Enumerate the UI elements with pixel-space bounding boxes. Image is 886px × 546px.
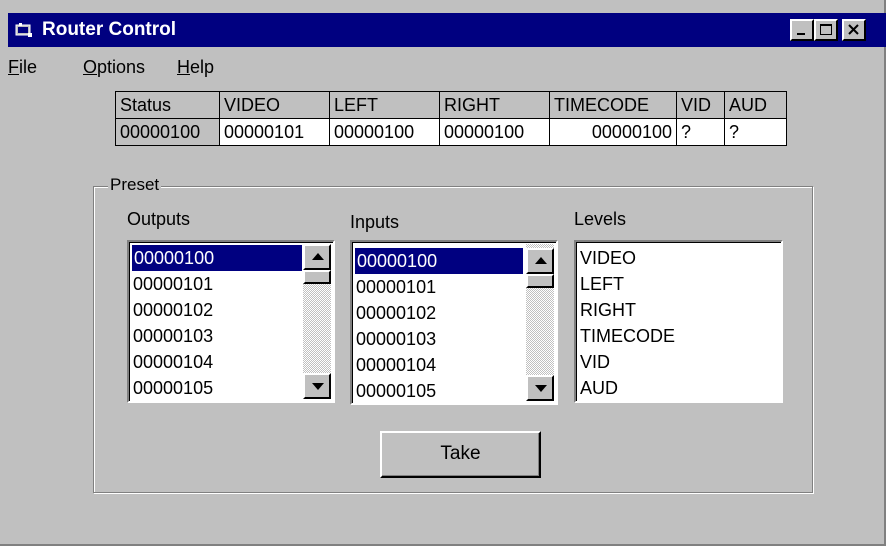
scroll-down-button[interactable] (526, 375, 554, 401)
levels-listbox[interactable]: VIDEO LEFT RIGHT TIMECODE VID AUD (574, 240, 783, 403)
grid-cell-aud[interactable]: ? (724, 118, 787, 146)
scroll-up-button[interactable] (303, 244, 331, 270)
outputs-item[interactable]: 00000100 (132, 245, 302, 271)
levels-item[interactable]: VIDEO (580, 245, 636, 271)
scroll-up-button[interactable] (526, 248, 554, 274)
title-bar[interactable]: Router Control (8, 13, 886, 47)
close-icon (848, 24, 859, 35)
levels-label: Levels (574, 209, 627, 229)
outputs-item[interactable]: 00000102 (133, 297, 213, 323)
levels-item[interactable]: VID (580, 349, 610, 375)
grid-cell-right[interactable]: 00000100 (439, 118, 550, 146)
grid-header-video[interactable]: VIDEO (219, 91, 330, 119)
router-control-window: Router Control File Options Help Status … (0, 0, 886, 546)
inputs-listbox[interactable]: 00000100 00000101 00000102 00000103 0000… (350, 240, 558, 405)
menu-options[interactable]: Options (83, 57, 145, 78)
grid-header-right[interactable]: RIGHT (439, 91, 550, 119)
grid-header-aud[interactable]: AUD (724, 91, 787, 119)
status-grid-value-row: 00000100 00000101 00000100 00000100 0000… (115, 118, 787, 146)
minimize-icon (797, 33, 805, 35)
grid-header-status[interactable]: Status (115, 91, 220, 119)
menu-help[interactable]: Help (177, 57, 214, 78)
maximize-button[interactable] (814, 19, 838, 41)
arrow-up-icon (535, 257, 547, 264)
outputs-item[interactable]: 00000103 (133, 323, 213, 349)
inputs-item[interactable]: 00000101 (356, 274, 436, 300)
grid-cell-left[interactable]: 00000100 (329, 118, 440, 146)
inputs-scrollbar[interactable] (526, 244, 554, 401)
grid-cell-video[interactable]: 00000101 (219, 118, 330, 146)
grid-header-timecode[interactable]: TIMECODE (549, 91, 677, 119)
levels-item[interactable]: TIMECODE (580, 323, 675, 349)
arrow-down-icon (312, 383, 324, 390)
app-icon (15, 23, 32, 37)
arrow-down-icon (535, 385, 547, 392)
grid-cell-timecode[interactable]: 00000100 (549, 118, 677, 146)
preset-group-label: Preset (108, 175, 162, 195)
menu-file[interactable]: File (8, 57, 37, 78)
inputs-item[interactable]: 00000104 (356, 352, 436, 378)
scroll-down-button[interactable] (303, 373, 331, 399)
take-button[interactable]: Take (380, 431, 541, 478)
grid-header-vid[interactable]: VID (676, 91, 725, 119)
outputs-label: Outputs (127, 209, 191, 229)
status-grid-header-row: Status VIDEO LEFT RIGHT TIMECODE VID AUD (115, 91, 787, 119)
levels-item[interactable]: RIGHT (580, 297, 636, 323)
window-title: Router Control (42, 19, 177, 40)
status-grid: Status VIDEO LEFT RIGHT TIMECODE VID AUD… (115, 91, 787, 146)
close-button[interactable] (842, 19, 866, 41)
grid-header-left[interactable]: LEFT (329, 91, 440, 119)
inputs-item[interactable]: 00000102 (356, 300, 436, 326)
arrow-up-icon (312, 253, 324, 260)
levels-item[interactable]: AUD (580, 375, 618, 401)
minimize-button[interactable] (790, 19, 814, 41)
grid-cell-vid[interactable]: ? (676, 118, 725, 146)
inputs-item[interactable]: 00000100 (354, 247, 524, 275)
inputs-item[interactable]: 00000105 (356, 378, 436, 403)
scroll-thumb[interactable] (526, 274, 554, 288)
levels-item[interactable]: LEFT (580, 271, 624, 297)
outputs-listbox[interactable]: 00000100 00000101 00000102 00000103 0000… (127, 240, 335, 403)
outputs-item[interactable]: 00000105 (133, 375, 213, 401)
outputs-item[interactable]: 00000104 (133, 349, 213, 375)
outputs-scrollbar[interactable] (303, 244, 331, 399)
grid-cell-status[interactable]: 00000100 (115, 118, 220, 146)
outputs-item[interactable]: 00000101 (133, 271, 213, 297)
maximize-icon (820, 24, 832, 35)
inputs-label: Inputs (350, 212, 400, 232)
inputs-item[interactable]: 00000103 (356, 326, 436, 352)
scroll-thumb[interactable] (303, 270, 331, 284)
